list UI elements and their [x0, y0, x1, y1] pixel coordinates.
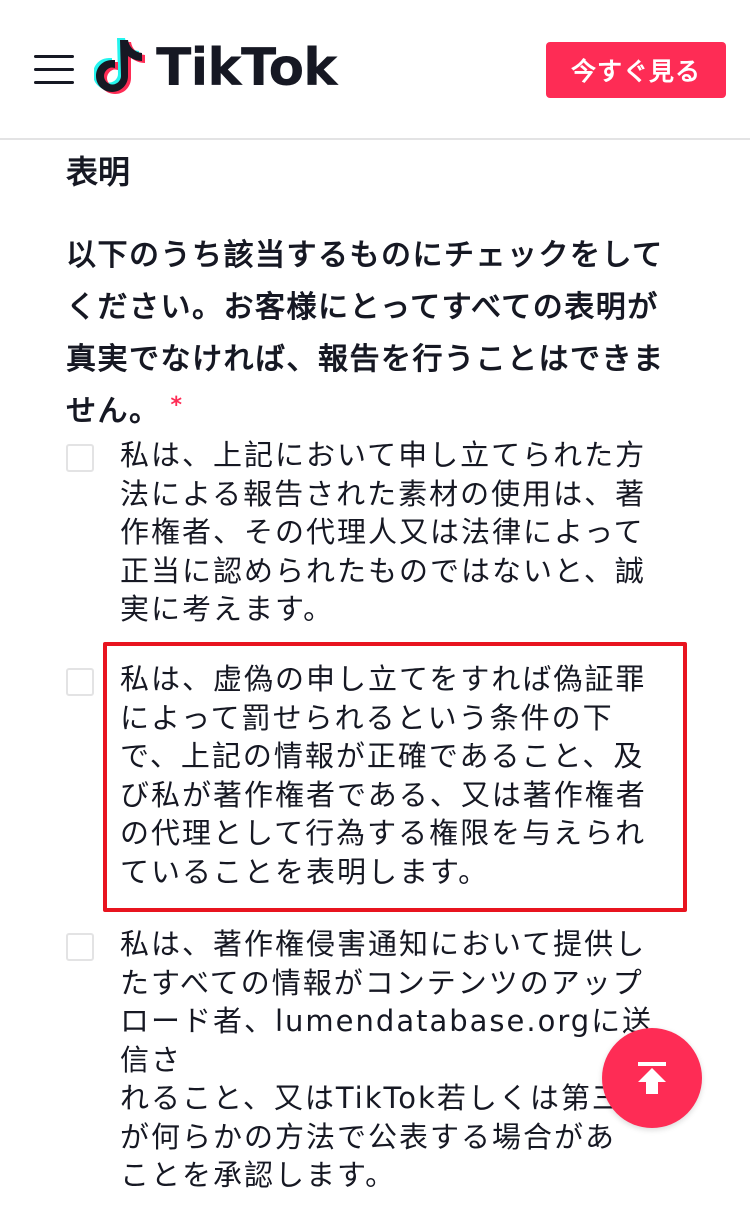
- watch-now-button[interactable]: 今すぐ見る: [546, 42, 726, 98]
- app-name: TikTok: [156, 38, 338, 98]
- statement-line: たすべての情報がコンテンツのアップ: [120, 965, 644, 1000]
- instruction-text: 以下のうち該当するものにチェックをしてください。お客様にとってすべての表明が真実…: [66, 230, 686, 438]
- arrow-up-to-top-icon: [638, 1062, 666, 1094]
- statement-line: ことを承認します。: [120, 1158, 397, 1192]
- required-asterisk: *: [170, 393, 184, 418]
- statement-line: の代理として行為する権限を与えられ: [120, 816, 647, 850]
- tiktok-note-icon: [93, 36, 150, 100]
- statement-text-1: 私は、上記において申し立てられた方 法による報告された素材の使用は、著 作権者、…: [120, 436, 680, 629]
- statement-line: び私が著作権者である、又は著作権者: [120, 777, 647, 812]
- statement-checkbox-1[interactable]: [66, 444, 94, 472]
- statement-line: ていることを表明します。: [120, 854, 490, 889]
- tiktok-logo[interactable]: TikTok: [93, 36, 338, 100]
- statement-text-2: 私は、虚偽の申し立てをすれば偽証罪 によって罰せられるという条件の下 で、上記の…: [120, 660, 680, 891]
- instruction-body: 以下のうち該当するものにチェックをしてください。お客様にとってすべての表明が真実…: [66, 238, 665, 429]
- statement-checkbox-2[interactable]: [66, 668, 94, 696]
- statement-line: ロード者、lumendatabase.orgに送信さ: [120, 1004, 654, 1077]
- statement-line: 作権者、その代理人又は法律によって: [120, 515, 645, 549]
- statement-line: 法による報告された素材の使用は、著: [120, 476, 647, 511]
- statement-line: 私は、著作権侵害通知において提供し: [120, 927, 647, 961]
- statement-line: が何らかの方法で公表する場合があ: [120, 1119, 617, 1154]
- hamburger-menu-icon[interactable]: [34, 55, 74, 85]
- statement-line: によって罰せられるという条件の下: [120, 700, 614, 735]
- top-header: TikTok 今すぐ見る: [0, 0, 750, 140]
- scroll-to-top-button[interactable]: [602, 1028, 702, 1128]
- statement-line: 私は、上記において申し立てられた方: [120, 438, 647, 472]
- statement-checkbox-3[interactable]: [66, 933, 94, 961]
- statement-line: 実に考えます。: [120, 592, 335, 626]
- statement-text-3: 私は、著作権侵害通知において提供し たすべての情報がコンテンツのアップ ロード者…: [120, 925, 680, 1195]
- section-title: 表明: [66, 153, 131, 191]
- statement-line: で、上記の情報が正確であること、及: [120, 739, 645, 773]
- statement-line: れること、又はTikTok若しくは第三者: [120, 1081, 654, 1115]
- statement-line: 私は、虚偽の申し立てをすれば偽証罪: [120, 662, 647, 696]
- statement-line: 正当に認められたものではないと、誠: [120, 553, 646, 588]
